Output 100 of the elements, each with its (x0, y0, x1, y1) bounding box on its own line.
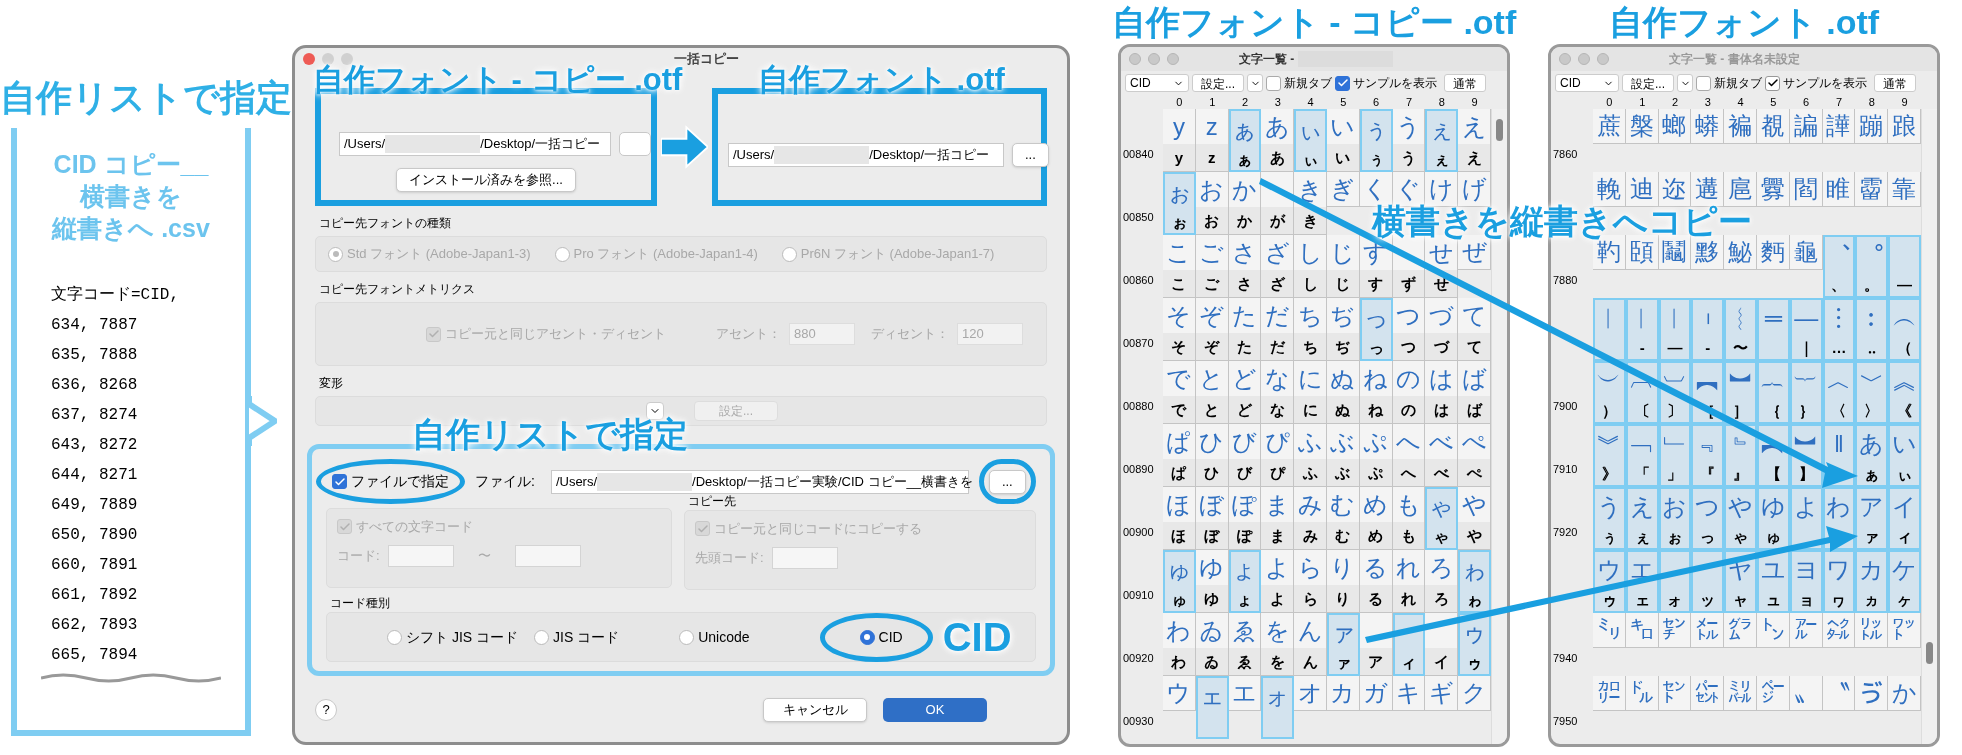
character-cell[interactable]: ガ (1359, 676, 1393, 711)
character-cell[interactable]: 〝 (1822, 676, 1856, 711)
character-cell[interactable]: ㌃ (1789, 613, 1823, 648)
character-cell[interactable]: ︲ ‐ (1691, 298, 1725, 361)
character-cell[interactable]: ア ァ (1855, 487, 1889, 550)
character-cell[interactable]: べ べ (1425, 424, 1459, 487)
character-cell[interactable]: 〟 (1789, 676, 1823, 711)
character-cell[interactable]: と と (1195, 361, 1229, 424)
character-cell[interactable]: 譁 (1822, 109, 1856, 144)
character-cell[interactable]: 頣 (1625, 235, 1659, 270)
window-control-icon[interactable] (1559, 53, 1571, 65)
character-cell[interactable]: ぅ ぅ (1359, 109, 1393, 172)
character-cell[interactable]: ︼ ］ (1724, 361, 1757, 424)
character-cell[interactable]: 蔗 (1593, 109, 1626, 144)
character-cell[interactable]: う う (1392, 109, 1426, 172)
radio-button[interactable] (534, 629, 549, 645)
character-cell[interactable]: ゥ ゥ (1458, 613, 1491, 676)
character-cell[interactable]: ヤ ャ (1724, 550, 1757, 613)
character-cell[interactable]: ご ご (1195, 235, 1229, 298)
character-cell[interactable]: ㌍ (1593, 676, 1626, 711)
character-cell[interactable]: ろ ろ (1425, 550, 1459, 613)
character-cell[interactable]: 麪 (1757, 235, 1790, 270)
character-cell[interactable]: 迪 (1625, 172, 1659, 207)
character-cell[interactable]: 釁 (1757, 172, 1790, 207)
character-cell[interactable]: 諞 (1789, 109, 1823, 144)
mode-dropdown[interactable]: CID (1555, 74, 1619, 92)
window-control-icon[interactable] (1129, 53, 1141, 65)
character-cell[interactable]: ︿ 〈 (1822, 361, 1856, 424)
character-cell[interactable]: ゑ ゑ (1228, 613, 1262, 676)
character-cell[interactable]: む む (1327, 487, 1360, 550)
character-cell[interactable]: の の (1392, 361, 1426, 424)
character-cell[interactable]: ︴ 〜 (1724, 298, 1757, 361)
character-cell[interactable]: た た (1228, 298, 1262, 361)
character-cell[interactable]: ら ら (1294, 550, 1327, 613)
character-cell[interactable]: ク (1458, 676, 1491, 711)
character-cell[interactable]: へ へ (1392, 424, 1426, 487)
character-cell[interactable]: ケ ヶ (1888, 550, 1921, 613)
character-cell[interactable]: ゅ ゅ (1163, 550, 1196, 613)
character-cell[interactable]: う ぅ (1593, 487, 1626, 550)
character-cell[interactable]: る る (1359, 550, 1393, 613)
character-cell[interactable]: ㌘ (1724, 613, 1757, 648)
character-cell[interactable]: ﹁ 「 (1625, 424, 1659, 487)
character-cell[interactable]: ︱ (1593, 298, 1626, 361)
character-cell[interactable]: キ (1392, 676, 1426, 711)
character-cell[interactable]: ぺ ぺ (1458, 424, 1491, 487)
character-cell[interactable]: か か (1228, 172, 1262, 235)
character-cell[interactable]: ㌦ (1625, 676, 1659, 711)
mode-dropdown[interactable]: CID (1125, 74, 1189, 92)
character-cell[interactable]: イ (1425, 613, 1459, 676)
character-cell[interactable]: 扈 (1724, 172, 1757, 207)
character-cell[interactable]: ゃ ゃ (1425, 487, 1459, 550)
browse-installed-button[interactable]: インストール済みを参照... (396, 168, 576, 192)
character-cell[interactable]: イ ィ (1888, 487, 1921, 550)
checkbox[interactable] (1765, 75, 1780, 91)
radio-button[interactable] (387, 629, 402, 645)
character-cell[interactable]: い ぃ (1888, 424, 1921, 487)
character-cell[interactable]: ぼ ぼ (1195, 487, 1229, 550)
character-cell[interactable]: ㍗ (1888, 613, 1921, 648)
character-cell[interactable]: ぢ ぢ (1327, 298, 1360, 361)
character-cell[interactable]: 褊 (1724, 109, 1757, 144)
window-control-icon[interactable] (1148, 53, 1160, 65)
help-button[interactable]: ? (315, 699, 337, 721)
character-cell[interactable]: だ だ (1261, 298, 1295, 361)
character-cell[interactable]: ︰ ‥ (1855, 298, 1889, 361)
character-cell[interactable]: を を (1261, 613, 1295, 676)
code-field[interactable] (771, 546, 838, 569)
character-cell[interactable]: ㌧ (1757, 613, 1790, 648)
character-cell[interactable]: 迩 (1658, 172, 1692, 207)
character-cell[interactable]: ふ ふ (1294, 424, 1327, 487)
character-cell[interactable]: 槃 (1625, 109, 1659, 144)
character-cell[interactable]: ぱ ぱ (1163, 424, 1196, 487)
character-cell[interactable]: ォ (1261, 676, 1295, 739)
character-cell[interactable]: れ れ (1392, 550, 1426, 613)
character-cell[interactable]: 輓 (1593, 172, 1626, 207)
character-cell[interactable]: y y (1163, 109, 1196, 172)
view-dropdown[interactable]: 通常 (1874, 74, 1916, 92)
window-control-icon[interactable] (1578, 53, 1590, 65)
browse-button[interactable]: ... (1012, 143, 1049, 167)
character-cell[interactable]: ㍉ (1593, 613, 1626, 648)
character-cell[interactable]: ッ (1691, 550, 1725, 613)
character-cell[interactable]: ぁ ぁ (1228, 109, 1262, 172)
character-cell[interactable]: ︱ ‐ (1625, 298, 1659, 361)
character-cell[interactable]: ギ (1425, 676, 1459, 711)
character-cell[interactable]: に に (1294, 361, 1327, 424)
character-cell[interactable]: ね ね (1359, 361, 1393, 424)
character-cell[interactable]: 鮅 (1724, 235, 1757, 270)
character-cell[interactable]: ㌢ (1658, 613, 1692, 648)
window-control-icon[interactable] (1597, 53, 1609, 65)
character-cell[interactable]: ︽ 《 (1888, 361, 1921, 424)
character-cell[interactable]: 螂 (1658, 109, 1692, 144)
character-cell[interactable]: 踉 (1888, 109, 1921, 144)
character-cell[interactable]: は は (1425, 361, 1459, 424)
cancel-button[interactable]: キャンセル (763, 698, 867, 722)
character-cell[interactable]: ㍍ (1691, 613, 1725, 648)
character-cell[interactable]: え ぇ (1625, 487, 1659, 550)
code-field[interactable] (514, 544, 581, 567)
code-field[interactable] (387, 544, 454, 567)
character-cell[interactable]: ヨ ョ (1789, 550, 1823, 613)
character-cell[interactable]: ぬ ぬ (1327, 361, 1360, 424)
character-cell[interactable]: ぉ ぉ (1163, 172, 1196, 235)
